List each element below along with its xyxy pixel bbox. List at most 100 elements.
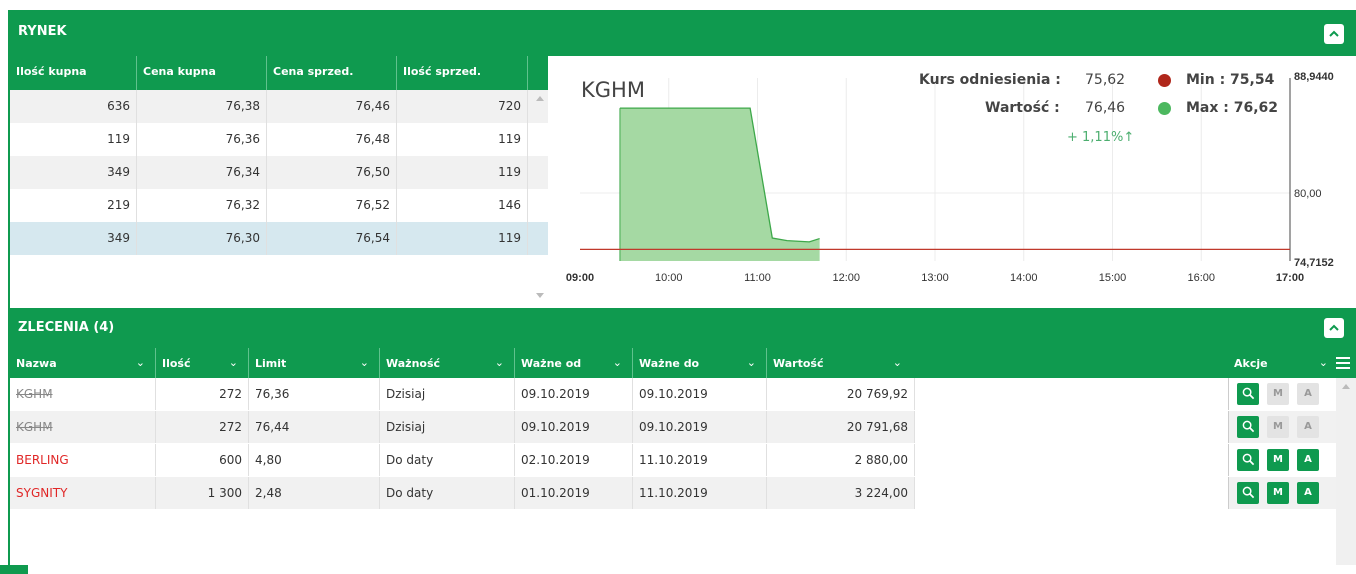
order-book-body: 636 76,38 76,46 720 119 76,36 76,48 119 … bbox=[10, 90, 548, 255]
chart-symbol: KGHM bbox=[581, 78, 645, 102]
book-row[interactable]: 119 76,36 76,48 119 bbox=[10, 123, 548, 156]
buy-qty: 119 bbox=[10, 123, 137, 156]
col-buy-price[interactable]: Cena kupna bbox=[137, 56, 267, 90]
chevron-up-icon bbox=[1329, 30, 1339, 37]
table-row[interactable]: BERLING 600 4,80 Do daty 02.10.2019 11.10.201… bbox=[10, 444, 915, 476]
order-validity: Do daty bbox=[380, 477, 515, 509]
order-name: KGHM bbox=[10, 378, 156, 410]
order-book-scrollbar[interactable] bbox=[532, 90, 548, 304]
min-dot-icon bbox=[1158, 74, 1171, 87]
order-value: 20 791,68 bbox=[767, 411, 915, 443]
buy-price: 76,38 bbox=[137, 90, 267, 123]
sell-qty: 119 bbox=[397, 156, 528, 189]
menu-icon[interactable] bbox=[1336, 357, 1350, 369]
collapse-rynek-button[interactable] bbox=[1324, 24, 1344, 44]
x-tick-label: 14:00 bbox=[1010, 272, 1038, 284]
col-name[interactable]: Nazwa ⌄ bbox=[10, 348, 156, 378]
modify-order-button[interactable]: M bbox=[1267, 383, 1289, 405]
buy-qty: 349 bbox=[10, 222, 137, 255]
col-limit[interactable]: Limit ⌄ bbox=[249, 348, 380, 378]
col-to[interactable]: Ważne do ⌄ bbox=[633, 348, 767, 378]
order-valid-from: 09.10.2019 bbox=[515, 411, 633, 443]
search-icon bbox=[1242, 387, 1254, 400]
col-validity-label: Ważność bbox=[386, 357, 441, 370]
order-validity: Dzisiaj bbox=[380, 411, 515, 443]
table-row[interactable]: KGHM 272 76,44 Dzisiaj 09.10.2019 09.10.2019 2… bbox=[10, 411, 915, 443]
sell-qty: 146 bbox=[397, 189, 528, 222]
col-value[interactable]: Wartość ⌄ bbox=[767, 348, 1228, 378]
col-name-label: Nazwa bbox=[16, 357, 57, 370]
chevron-down-icon[interactable]: ⌄ bbox=[495, 356, 504, 369]
view-order-button[interactable] bbox=[1237, 416, 1259, 438]
search-icon bbox=[1242, 453, 1254, 466]
scroll-down-icon[interactable] bbox=[536, 293, 544, 298]
modify-order-button[interactable]: M bbox=[1267, 482, 1289, 504]
order-limit: 4,80 bbox=[249, 444, 380, 476]
collapse-zlecenia-button[interactable] bbox=[1324, 318, 1344, 338]
chevron-down-icon[interactable]: ⌄ bbox=[747, 356, 756, 369]
order-valid-from: 02.10.2019 bbox=[515, 444, 633, 476]
chevron-down-icon[interactable]: ⌄ bbox=[229, 356, 238, 369]
y-tick-label: 74,7152 bbox=[1294, 257, 1334, 269]
modify-order-button[interactable]: M bbox=[1267, 416, 1289, 438]
chevron-down-icon[interactable]: ⌄ bbox=[613, 356, 622, 369]
col-actions[interactable]: Akcje ⌄ bbox=[1228, 348, 1356, 378]
zlecenia-header: ZLECENIA (4) bbox=[10, 308, 1356, 348]
order-limit: 76,44 bbox=[249, 411, 380, 443]
chevron-down-icon[interactable]: ⌄ bbox=[360, 356, 369, 369]
price-area bbox=[619, 108, 820, 261]
min-label: Min : 75,54 bbox=[1186, 72, 1275, 88]
rynek-title: RYNEK bbox=[18, 24, 67, 39]
sell-price: 76,48 bbox=[267, 123, 397, 156]
scroll-up-icon[interactable] bbox=[536, 96, 544, 101]
buy-price: 76,30 bbox=[137, 222, 267, 255]
search-icon bbox=[1242, 420, 1254, 433]
order-valid-to: 11.10.2019 bbox=[633, 444, 767, 476]
buy-qty: 349 bbox=[10, 156, 137, 189]
order-limit: 2,48 bbox=[249, 477, 380, 509]
sell-qty: 119 bbox=[397, 222, 528, 255]
col-from[interactable]: Ważne od ⌄ bbox=[515, 348, 633, 378]
cancel-order-button[interactable]: A bbox=[1297, 449, 1319, 471]
view-order-button[interactable] bbox=[1237, 449, 1259, 471]
order-qty: 272 bbox=[156, 378, 249, 410]
cancel-order-button[interactable]: A bbox=[1297, 383, 1319, 405]
modify-order-button[interactable]: M bbox=[1267, 449, 1289, 471]
chart-canvas: 09:00 10:00 11:00 12:00 13:00 14:00 15:00 16:00… bbox=[566, 71, 1334, 284]
book-row[interactable]: 349 76,30 76,54 119 bbox=[10, 222, 548, 255]
max-dot-icon bbox=[1158, 102, 1171, 115]
book-row[interactable]: 349 76,34 76,50 119 bbox=[10, 156, 548, 189]
order-valid-from: 01.10.2019 bbox=[515, 477, 633, 509]
buy-price: 76,32 bbox=[137, 189, 267, 222]
col-sell-qty[interactable]: Ilość sprzed. bbox=[397, 56, 528, 90]
table-row[interactable]: SYGNITY 1 300 2,48 Do daty 01.10.2019 11.10.2… bbox=[10, 477, 915, 509]
chevron-down-icon[interactable]: ⌄ bbox=[136, 356, 145, 369]
order-value: 2 880,00 bbox=[767, 444, 915, 476]
order-valid-to: 09.10.2019 bbox=[633, 378, 767, 410]
order-actions: MA bbox=[1228, 477, 1336, 509]
order-qty: 600 bbox=[156, 444, 249, 476]
view-order-button[interactable] bbox=[1237, 383, 1259, 405]
cancel-order-button[interactable]: A bbox=[1297, 416, 1319, 438]
book-row[interactable]: 219 76,32 76,52 146 bbox=[10, 189, 548, 222]
order-validity: Do daty bbox=[380, 444, 515, 476]
chevron-down-icon[interactable]: ⌄ bbox=[1319, 356, 1328, 369]
table-row[interactable]: KGHM 272 76,36 Dzisiaj 09.10.2019 09.10.2019 2… bbox=[10, 378, 915, 410]
order-actions: MA bbox=[1228, 378, 1336, 410]
order-limit: 76,36 bbox=[249, 378, 380, 410]
sell-qty: 119 bbox=[397, 123, 528, 156]
col-buy-qty[interactable]: Ilość kupna bbox=[10, 56, 137, 90]
price-chart: 09:00 10:00 11:00 12:00 13:00 14:00 15:00 16:00… bbox=[560, 60, 1356, 308]
chevron-down-icon[interactable]: ⌄ bbox=[893, 356, 902, 369]
value-value: 76,46 bbox=[1085, 100, 1126, 116]
col-validity[interactable]: Ważność ⌄ bbox=[380, 348, 515, 378]
book-row[interactable]: 636 76,38 76,46 720 bbox=[10, 90, 548, 123]
col-sell-price[interactable]: Cena sprzed. bbox=[267, 56, 397, 90]
cancel-order-button[interactable]: A bbox=[1297, 482, 1319, 504]
view-order-button[interactable] bbox=[1237, 482, 1259, 504]
x-tick-label: 10:00 bbox=[655, 272, 683, 284]
scroll-up-icon[interactable] bbox=[1342, 384, 1350, 389]
order-name: SYGNITY bbox=[10, 477, 156, 509]
orders-scrollbar[interactable] bbox=[1336, 378, 1356, 565]
col-qty[interactable]: Ilość ⌄ bbox=[156, 348, 249, 378]
